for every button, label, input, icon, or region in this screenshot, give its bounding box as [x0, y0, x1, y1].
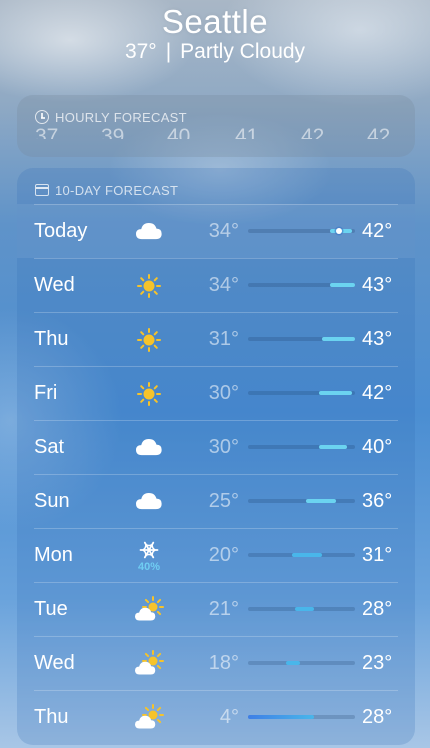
- ten-day-forecast-title: 10-DAY FORECAST: [55, 182, 179, 198]
- sun-icon: [129, 324, 169, 356]
- cloud-icon: [129, 432, 169, 464]
- temperature-range-bar: [286, 661, 301, 665]
- temperature-range-bar: [291, 553, 323, 557]
- forecast-low-temp: 25°: [208, 490, 239, 512]
- forecast-day-label: Wed: [34, 652, 75, 674]
- forecast-high-temp: 31°: [362, 544, 393, 566]
- temperature-range-track: [248, 445, 355, 449]
- row-divider: [34, 690, 398, 691]
- partly-cloudy-icon: [129, 702, 169, 734]
- temperature-range-track: [248, 283, 355, 287]
- hourly-temp: 41: [235, 125, 259, 139]
- forecast-row-tue[interactable]: Tue 21° 28°: [17, 582, 415, 636]
- forecast-day-label: Today: [34, 220, 88, 242]
- forecast-low-temp: 18°: [208, 652, 239, 674]
- temperature-range-bar: [330, 283, 355, 287]
- temperature-range-track: [248, 499, 355, 503]
- forecast-row-thu[interactable]: Thu 4° 28°: [17, 690, 415, 744]
- temperature-range-track: [248, 553, 355, 557]
- forecast-low-temp: 34°: [208, 220, 239, 242]
- forecast-low-temp: 30°: [208, 436, 239, 458]
- sun-icon: [129, 270, 169, 302]
- calendar-icon: [35, 184, 49, 196]
- row-divider: [34, 420, 398, 421]
- row-divider: [34, 636, 398, 637]
- forecast-low-temp: 34°: [208, 274, 239, 296]
- forecast-row-today[interactable]: Today 34° 42°: [17, 204, 415, 258]
- temperature-range-bar: [322, 337, 355, 341]
- row-divider: [34, 528, 398, 529]
- hourly-forecast-header: HOURLY FORECAST: [35, 109, 187, 125]
- hourly-temp: 37: [35, 125, 59, 139]
- forecast-high-temp: 23°: [362, 652, 393, 674]
- hourly-temp: 39: [101, 125, 125, 139]
- summary-separator: |: [165, 40, 172, 63]
- forecast-high-temp: 42°: [362, 382, 393, 404]
- forecast-high-temp: 42°: [362, 220, 393, 242]
- hourly-temp: 42: [301, 125, 325, 139]
- hourly-forecast-title: HOURLY FORECAST: [55, 109, 187, 125]
- temperature-range-bar: [294, 607, 314, 611]
- partly-cloudy-icon: [129, 594, 169, 626]
- current-temp-dot: [335, 228, 342, 234]
- temperature-range-track: [248, 661, 355, 665]
- forecast-high-temp: 36°: [362, 490, 393, 512]
- row-divider: [34, 312, 398, 313]
- forecast-low-temp: 30°: [208, 382, 239, 404]
- cloud-icon: [129, 216, 169, 248]
- temperature-range-bar: [305, 499, 336, 503]
- forecast-low-temp: 21°: [208, 598, 239, 620]
- forecast-day-label: Fri: [34, 382, 58, 404]
- temperature-range-track: [248, 391, 355, 395]
- current-summary: 37° | Partly Cloudy: [0, 40, 430, 64]
- ten-day-forecast-card: 10-DAY FORECAST Today 34° 42° Wed 34° 43° Thu 3…: [17, 168, 415, 745]
- temperature-range-track: [248, 715, 355, 719]
- forecast-day-label: Mon: [34, 544, 73, 566]
- partly-cloudy-icon: [129, 648, 169, 680]
- temperature-range-bar: [319, 391, 353, 395]
- forecast-row-sun[interactable]: Sun 25° 36°: [17, 474, 415, 528]
- temperature-range-track: [248, 337, 355, 341]
- forecast-row-wed[interactable]: Wed 34° 43°: [17, 258, 415, 312]
- cloud-icon: [129, 486, 169, 518]
- forecast-high-temp: 28°: [362, 706, 393, 728]
- forecast-day-label: Thu: [34, 706, 69, 728]
- row-divider: [34, 582, 398, 583]
- forecast-low-temp: 31°: [208, 328, 239, 350]
- row-divider: [34, 366, 398, 367]
- row-divider: [34, 474, 398, 475]
- forecast-high-temp: 43°: [362, 274, 393, 296]
- forecast-row-fri[interactable]: Fri 30° 42°: [17, 366, 415, 420]
- clock-icon: [35, 110, 49, 124]
- temperature-range-bar: [248, 715, 314, 719]
- row-divider: [34, 204, 398, 205]
- forecast-row-mon[interactable]: Mon 40% 20° 31°: [17, 528, 415, 582]
- forecast-low-temp: 4°: [219, 706, 239, 728]
- row-divider: [34, 258, 398, 259]
- forecast-day-label: Sat: [34, 436, 65, 458]
- forecast-day-label: Tue: [34, 598, 68, 620]
- forecast-row-thu[interactable]: Thu 31° 43°: [17, 312, 415, 366]
- temperature-range-track: [248, 228, 355, 234]
- current-condition: Partly Cloudy: [180, 40, 306, 63]
- temperature-range-track: [248, 607, 355, 611]
- precip-chance: 40%: [137, 561, 161, 573]
- forecast-high-temp: 40°: [362, 436, 393, 458]
- sun-icon: [129, 378, 169, 410]
- forecast-day-label: Thu: [34, 328, 69, 350]
- forecast-high-temp: 43°: [362, 328, 393, 350]
- forecast-day-label: Wed: [34, 274, 75, 296]
- hourly-temp: 42: [367, 125, 391, 139]
- temperature-range-bar: [319, 445, 347, 449]
- forecast-day-label: Sun: [34, 490, 70, 512]
- hourly-temp: 40: [167, 125, 191, 139]
- hourly-forecast-card[interactable]: 37 39 40 41 42 42 HOURLY FORECAST: [17, 95, 415, 157]
- current-temperature: 37°: [124, 40, 157, 63]
- forecast-row-sat[interactable]: Sat 30° 40°: [17, 420, 415, 474]
- city-name: Seattle: [161, 3, 269, 40]
- ten-day-forecast-header: 10-DAY FORECAST: [35, 182, 178, 198]
- forecast-low-temp: 20°: [208, 544, 239, 566]
- forecast-row-wed[interactable]: Wed 18° 23°: [17, 636, 415, 690]
- forecast-high-temp: 28°: [362, 598, 393, 620]
